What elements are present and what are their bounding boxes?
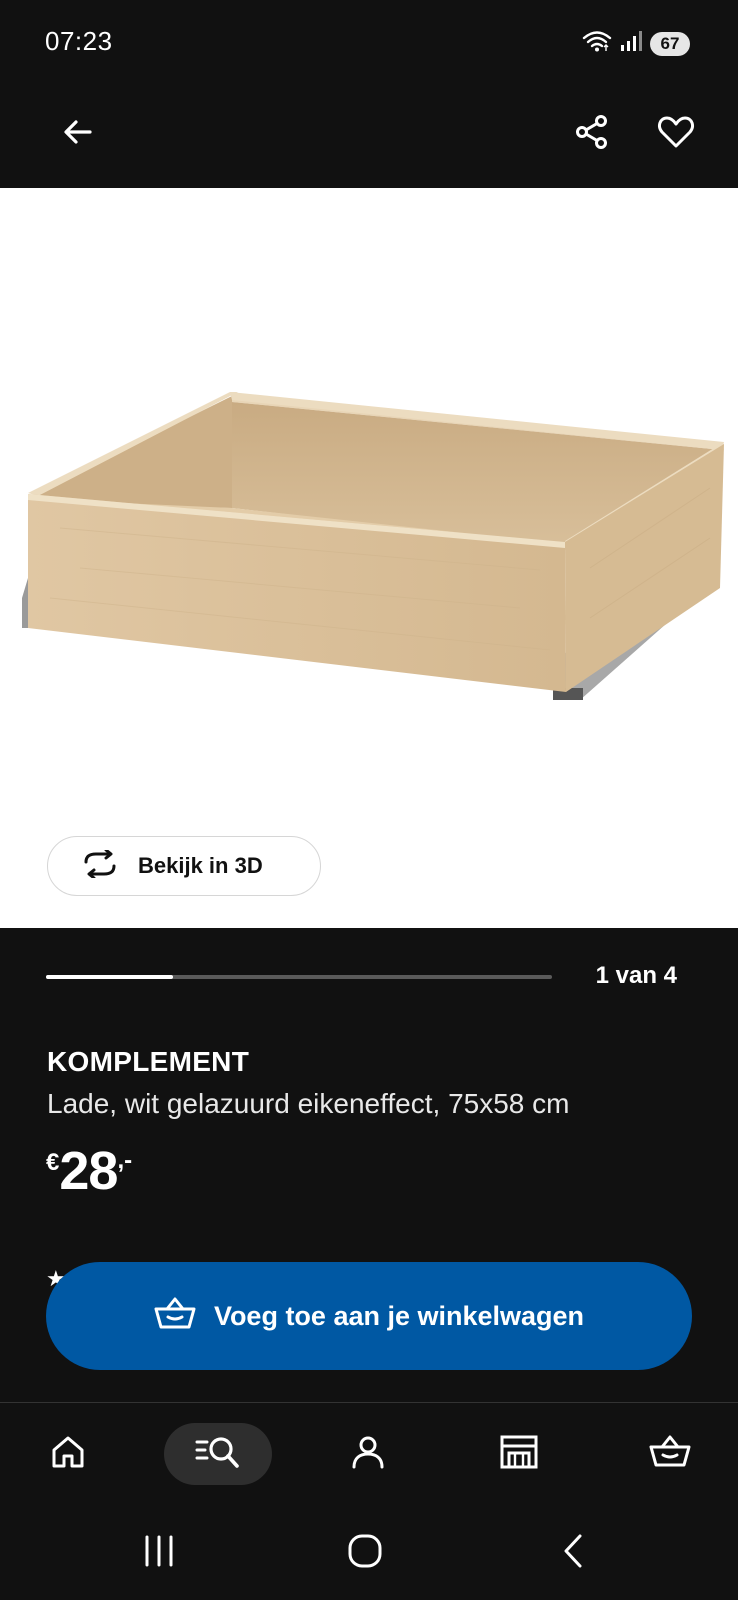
product-image-area[interactable]: Bekijk in 3D bbox=[0, 188, 738, 928]
share-button[interactable] bbox=[564, 106, 620, 162]
product-description: Lade, wit gelazuurd eikeneffect, 75x58 c… bbox=[47, 1088, 570, 1119]
bottom-navigation bbox=[0, 1402, 738, 1506]
status-icons: 67 bbox=[582, 30, 690, 57]
home-circle-icon bbox=[347, 1533, 383, 1574]
recents-icon bbox=[141, 1535, 177, 1572]
system-navigation-bar bbox=[0, 1506, 738, 1600]
nav-store[interactable] bbox=[489, 1423, 549, 1485]
nav-search[interactable] bbox=[164, 1423, 272, 1485]
product-price: € 28 ,- bbox=[46, 1143, 132, 1199]
battery-icon: 67 bbox=[650, 31, 690, 56]
recents-button[interactable] bbox=[134, 1528, 184, 1578]
back-button[interactable] bbox=[50, 106, 106, 162]
nav-home[interactable] bbox=[38, 1423, 98, 1485]
back-arrow-icon bbox=[60, 114, 96, 155]
signal-icon bbox=[620, 30, 642, 57]
image-progress-bar bbox=[46, 975, 552, 979]
status-bar: 07:23 67 bbox=[0, 0, 738, 84]
view-3d-label: Bekijk in 3D bbox=[138, 853, 263, 878]
price-decimal: ,- bbox=[117, 1147, 133, 1174]
system-home-button[interactable] bbox=[340, 1528, 390, 1578]
add-to-cart-button[interactable]: Voeg toe aan je winkelwagen bbox=[46, 1262, 692, 1370]
rotate-3d-icon bbox=[80, 848, 120, 883]
system-back-button[interactable] bbox=[548, 1528, 598, 1578]
heart-icon bbox=[657, 114, 695, 155]
price-integer: 28 bbox=[59, 1141, 118, 1201]
wifi-icon bbox=[582, 30, 612, 57]
nav-cart[interactable] bbox=[640, 1423, 700, 1485]
nav-account[interactable] bbox=[338, 1423, 398, 1485]
basket-icon bbox=[154, 1296, 196, 1337]
product-details: 1 van 4 KOMPLEMENT Lade, wit gelazuurd e… bbox=[0, 928, 738, 1402]
back-chevron-icon bbox=[558, 1533, 588, 1574]
favorite-button[interactable] bbox=[648, 106, 704, 162]
price-currency: € bbox=[46, 1149, 60, 1176]
store-icon bbox=[499, 1434, 539, 1475]
app-header bbox=[0, 84, 738, 188]
account-icon bbox=[350, 1434, 386, 1475]
cart-basket-icon bbox=[649, 1434, 691, 1475]
view-3d-button[interactable]: Bekijk in 3D bbox=[47, 836, 321, 896]
product-name: KOMPLEMENT bbox=[47, 1046, 250, 1077]
product-image bbox=[22, 392, 724, 700]
image-counter: 1 van 4 bbox=[595, 962, 677, 989]
home-icon bbox=[50, 1434, 86, 1475]
share-icon bbox=[574, 114, 610, 155]
image-progress-fill bbox=[46, 975, 173, 979]
search-list-icon bbox=[195, 1434, 241, 1475]
status-time: 07:23 bbox=[45, 26, 113, 56]
add-to-cart-label: Voeg toe aan je winkelwagen bbox=[213, 1300, 585, 1331]
